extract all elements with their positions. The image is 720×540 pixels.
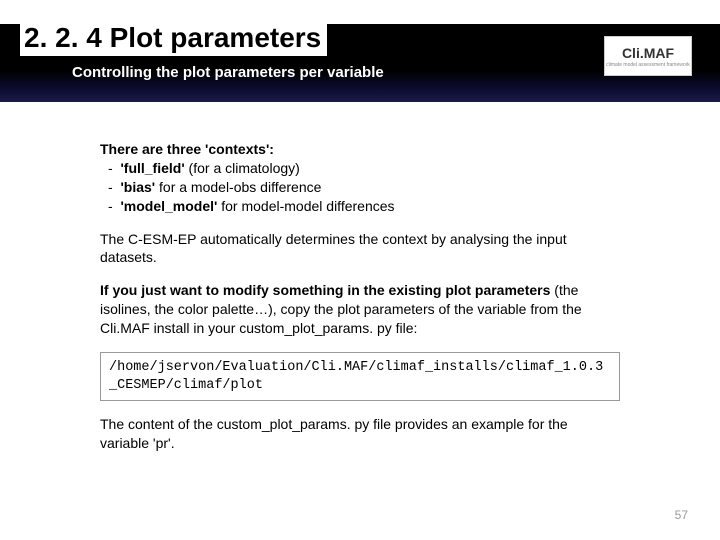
slide-title: 2. 2. 4 Plot parameters <box>20 22 327 56</box>
page-number: 57 <box>675 508 688 522</box>
context-desc: for a model-obs difference <box>155 179 321 195</box>
contexts-intro: There are three 'contexts': <box>100 141 274 157</box>
climaf-logo: Cli.MAF climate model assessment framewo… <box>604 36 692 76</box>
logo-subtext: climate model assessment framework <box>606 62 690 68</box>
slide-subtitle: Controlling the plot parameters per vari… <box>72 64 384 81</box>
para-modify-bold: If you just want to modify something in … <box>100 282 550 298</box>
slide-title-underline <box>20 56 350 58</box>
list-item: - 'full_field' (for a climatology) <box>100 159 620 178</box>
logo-text: Cli.MAF <box>622 45 674 61</box>
para-modify: If you just want to modify something in … <box>100 281 620 338</box>
slide-body: There are three 'contexts': - 'full_fiel… <box>100 140 620 467</box>
code-path-box: /home/jservon/Evaluation/Cli.MAF/climaf_… <box>100 352 620 401</box>
contexts-block: There are three 'contexts': - 'full_fiel… <box>100 140 620 216</box>
context-desc: (for a climatology) <box>185 160 300 176</box>
list-item: - 'bias' for a model-obs difference <box>100 178 620 197</box>
context-desc: for model-model differences <box>217 198 394 214</box>
list-item: - 'model_model' for model-model differen… <box>100 197 620 216</box>
context-name: 'bias' <box>120 179 155 195</box>
context-name: 'model_model' <box>120 198 217 214</box>
para-auto: The C-ESM-EP automatically determines th… <box>100 230 620 268</box>
para-outro: The content of the custom_plot_params. p… <box>100 415 620 453</box>
context-name: 'full_field' <box>120 160 184 176</box>
